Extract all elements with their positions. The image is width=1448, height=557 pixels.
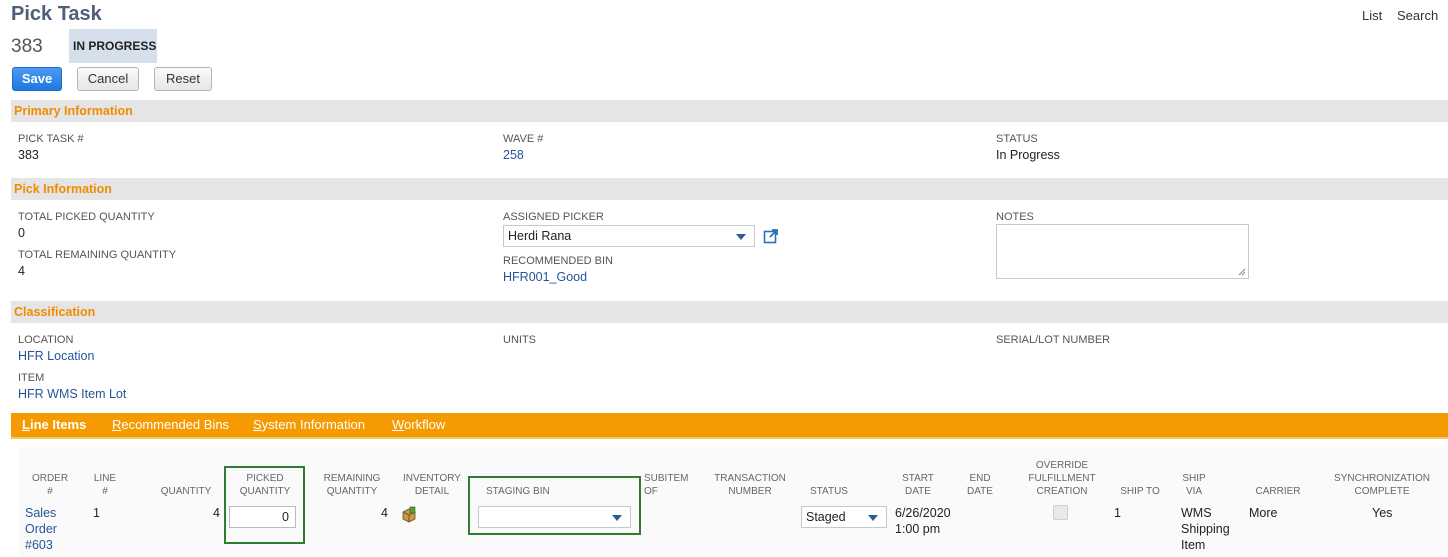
picked-quantity-highlight [224,466,305,544]
total-remaining-label: TOTAL REMAINING QUANTITY [18,249,177,261]
ship-via-value: WMS Shipping Item [1181,506,1230,552]
item-label: ITEM [18,372,45,384]
tab-line-items[interactable]: Line Items [22,413,86,437]
line-number: 1 [93,506,100,520]
pick-task-label: PICK TASK # [18,133,84,145]
col-line[interactable]: LINE # [92,472,118,498]
serial-lot-label: SERIAL/LOT NUMBER [996,334,1111,346]
chevron-down-icon [612,515,622,521]
status-select[interactable]: Staged [801,506,887,528]
location-label: LOCATION [18,334,74,346]
pick-task-value: 383 [18,148,39,162]
resize-handle-icon[interactable] [1238,268,1246,276]
record-number: 383 [11,36,43,57]
chevron-down-icon [736,234,746,240]
col-ship-to[interactable]: SHIP TO [1116,485,1164,498]
col-transaction-number[interactable]: TRANSACTION NUMBER [712,472,788,498]
status-label: STATUS [996,133,1038,145]
col-inventory-detail[interactable]: INVENTORY DETAIL [400,472,464,498]
units-label: UNITS [503,334,536,346]
pick-information-header[interactable]: Pick Information [11,178,1448,200]
location-link[interactable]: HFR Location [18,349,94,363]
notes-textarea[interactable] [996,224,1249,279]
subtab-bar: Line Items Recommended Bins System Infor… [11,413,1448,437]
save-button[interactable]: Save [12,67,62,91]
recommended-bin-link[interactable]: HFR001_Good [503,270,587,284]
reset-button[interactable]: Reset [154,67,212,91]
staging-bin-select[interactable] [478,506,631,528]
total-picked-label: TOTAL PICKED QUANTITY [18,211,155,223]
remaining-quantity-value: 4 [381,506,388,520]
assigned-picker-label: ASSIGNED PICKER [503,211,604,223]
picked-quantity-input[interactable]: 0 [229,506,296,528]
search-link[interactable]: Search [1397,8,1438,23]
col-remaining-quantity[interactable]: REMAINING QUANTITY [320,472,384,498]
col-ship-via[interactable]: SHIP VIA [1178,472,1210,498]
open-link-icon[interactable] [763,228,779,247]
classification-header[interactable]: Classification [11,301,1448,323]
tab-underline [11,437,1448,439]
cancel-button[interactable]: Cancel [77,67,139,91]
col-subitem-of[interactable]: SUBITEM OF [644,472,692,498]
notes-label: NOTES [996,211,1034,223]
tab-recommended-bins[interactable]: Recommended Bins [112,413,229,437]
col-override-fulfillment[interactable]: OVERRIDE FULFILLMENT CREATION [1024,459,1100,498]
item-link[interactable]: HFR WMS Item Lot [18,387,126,401]
status-value: In Progress [996,148,1060,162]
col-start-date[interactable]: START DATE [896,472,940,498]
assigned-picker-select[interactable]: Herdi Rana [503,225,755,247]
start-date-value: 6/26/2020 1:00 pm [895,506,951,536]
quantity-value: 4 [213,506,220,520]
order-link[interactable]: Sales Order #603 [25,505,57,553]
sync-complete-value: Yes [1372,506,1393,520]
wave-label: WAVE # [503,133,544,145]
total-remaining-value: 4 [18,264,25,278]
tab-system-information[interactable]: System Information [253,413,365,437]
col-status[interactable]: STATUS [806,485,852,498]
col-quantity[interactable]: QUANTITY [158,485,214,498]
col-carrier[interactable]: CARRIER [1252,485,1304,498]
col-end-date[interactable]: END DATE [962,472,998,498]
override-fulfillment-checkbox[interactable] [1053,505,1068,520]
primary-information-header[interactable]: Primary Information [11,100,1448,122]
col-order[interactable]: ORDER # [30,472,70,498]
tab-workflow[interactable]: Workflow [392,413,445,437]
inventory-detail-icon[interactable] [400,506,418,527]
recommended-bin-label: RECOMMENDED BIN [503,255,614,267]
page-title: Pick Task [11,3,102,25]
wave-link[interactable]: 258 [503,148,524,162]
col-synchronization-complete[interactable]: SYNCHRONIZATION COMPLETE [1330,472,1434,498]
status-badge: IN PROGRESS [69,29,157,63]
chevron-down-icon [868,515,878,521]
assigned-picker-value: Herdi Rana [508,229,572,243]
list-link[interactable]: List [1362,8,1382,23]
total-picked-value: 0 [18,226,25,240]
carrier-value: More [1249,506,1278,520]
ship-to-value: 1 [1114,506,1121,520]
status-select-value: Staged [806,510,846,524]
